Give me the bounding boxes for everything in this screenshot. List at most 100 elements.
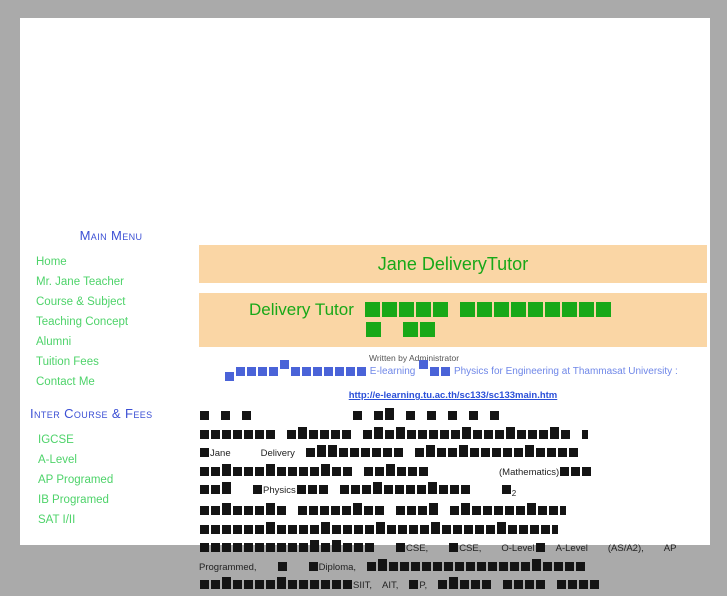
main-menu-heading: Main Menu (79, 228, 143, 243)
missing-glyph-box (374, 426, 383, 439)
missing-glyph-box (200, 411, 209, 420)
sidebar-item-mr-jane-teacher[interactable]: Mr. Jane Teacher (20, 272, 180, 292)
missing-glyph-box (502, 448, 512, 457)
body-fragment-mathematics: (Mathematics) (499, 466, 560, 478)
missing-glyph-box (211, 506, 220, 516)
missing-glyph-box (277, 577, 286, 590)
missing-glyph-box (436, 448, 446, 457)
missing-glyph-box (447, 448, 457, 457)
missing-glyph-box (266, 463, 275, 476)
missing-glyph-box (321, 463, 330, 476)
missing-glyph-box (552, 524, 558, 534)
missing-glyph-box (365, 524, 374, 534)
page-title-second-row (249, 318, 707, 341)
body-fragment-olevel: O-Level (501, 543, 535, 555)
missing-glyph-box (353, 411, 362, 420)
missing-glyph-box (406, 411, 415, 420)
missing-glyph-box (364, 302, 380, 317)
missing-glyph-box (550, 426, 559, 439)
missing-glyph-box (331, 429, 340, 439)
missing-glyph-box (396, 506, 405, 516)
missing-glyph-box (430, 367, 440, 376)
missing-glyph-box (505, 506, 514, 516)
missing-glyph-box (514, 580, 524, 590)
missing-glyph-box (364, 506, 373, 516)
missing-glyph-box (350, 485, 360, 494)
missing-glyph-box (310, 524, 319, 534)
missing-glyph-box (557, 580, 567, 590)
missing-glyph-box (483, 506, 492, 516)
list-item: Tuition Fees (20, 352, 180, 372)
missing-glyph-box (354, 524, 363, 534)
missing-glyph-box (324, 367, 333, 376)
missing-glyph-box (491, 448, 501, 457)
missing-glyph-box (277, 524, 286, 534)
missing-glyph-box (266, 429, 275, 439)
missing-glyph-box (339, 485, 349, 494)
sidebar-item-alumni[interactable]: Alumni (20, 332, 180, 352)
sidebar-item-a-level[interactable]: A-Level (20, 450, 180, 470)
missing-glyph-box (510, 302, 526, 317)
main-menu-list: Home Mr. Jane Teacher Course & Subject T… (20, 252, 180, 392)
sidebar-item-teaching-concept[interactable]: Teaching Concept (20, 312, 180, 332)
missing-glyph-box (568, 448, 578, 457)
missing-glyph-box (342, 429, 351, 439)
missing-glyph-box (519, 524, 528, 534)
missing-glyph-box (310, 466, 319, 476)
sidebar-item-sat[interactable]: SAT I/II (20, 510, 180, 530)
left-margin-notch-bottom (0, 398, 20, 420)
missing-glyph-box (221, 411, 230, 420)
sidebar-item-tuition-fees[interactable]: Tuition Fees (20, 352, 180, 372)
missing-glyph-box (269, 367, 278, 376)
sidebar-item-ib-programed[interactable]: IB Programed (20, 490, 180, 510)
missing-glyph-box (299, 466, 308, 476)
missing-glyph-box (400, 561, 410, 571)
missing-glyph-box (419, 466, 428, 476)
missing-glyph-box (396, 426, 405, 439)
missing-glyph-box (291, 367, 300, 376)
missing-glyph-box (383, 485, 393, 494)
page-title-text: Delivery Tutor (249, 300, 354, 319)
missing-glyph-box (211, 429, 220, 439)
body-fragment-as-a2: (AS/A2), (607, 543, 644, 555)
missing-glyph-box (222, 524, 231, 534)
sidebar-item-igcse[interactable]: IGCSE (20, 430, 180, 450)
missing-glyph-box (236, 367, 245, 376)
missing-glyph-box (308, 561, 318, 571)
missing-glyph-box (332, 524, 341, 534)
elearning-url-link[interactable]: http://e-learning.tu.ac.th/sc133/sc133ma… (349, 390, 558, 401)
paragraph (199, 503, 707, 520)
missing-glyph-box (349, 448, 359, 457)
missing-glyph-box (200, 466, 209, 476)
missing-glyph-box (554, 561, 564, 571)
missing-glyph-box (420, 322, 435, 337)
missing-glyph-box (473, 429, 482, 439)
missing-glyph-box (222, 577, 231, 590)
missing-glyph-box (374, 411, 383, 420)
missing-glyph-box (595, 302, 611, 317)
sidebar-item-home[interactable]: Home (20, 252, 180, 272)
missing-glyph-box (488, 561, 498, 571)
missing-glyph-box (277, 561, 287, 571)
sidebar-item-course-subject[interactable]: Course & Subject (20, 292, 180, 312)
missing-glyph-box (244, 466, 253, 476)
missing-glyph-box (571, 466, 581, 476)
missing-glyph-box (429, 429, 438, 439)
missing-glyph-box (386, 463, 395, 476)
missing-glyph-box (561, 429, 570, 439)
missing-glyph-box (343, 466, 352, 476)
missing-glyph-box (459, 302, 475, 317)
missing-glyph-box (222, 482, 231, 494)
missing-glyph-box (287, 429, 296, 439)
inter-course-list: IGCSE A-Level AP Programed IB Programed … (20, 430, 180, 530)
sidebar-item-contact-me[interactable]: Contact Me (20, 372, 180, 392)
body-fragment-subscript: 2 (511, 488, 517, 498)
elearning-line: E-learning Physics for Engineering at Th… (199, 360, 707, 381)
missing-glyph-box (255, 524, 264, 534)
sidebar-item-ap-programed[interactable]: AP Programed (20, 470, 180, 490)
missing-glyph-box (366, 322, 381, 337)
missing-glyph-box (327, 445, 337, 457)
missing-glyph-box (244, 580, 253, 590)
missing-glyph-box (200, 429, 209, 439)
missing-glyph-box (482, 580, 492, 590)
